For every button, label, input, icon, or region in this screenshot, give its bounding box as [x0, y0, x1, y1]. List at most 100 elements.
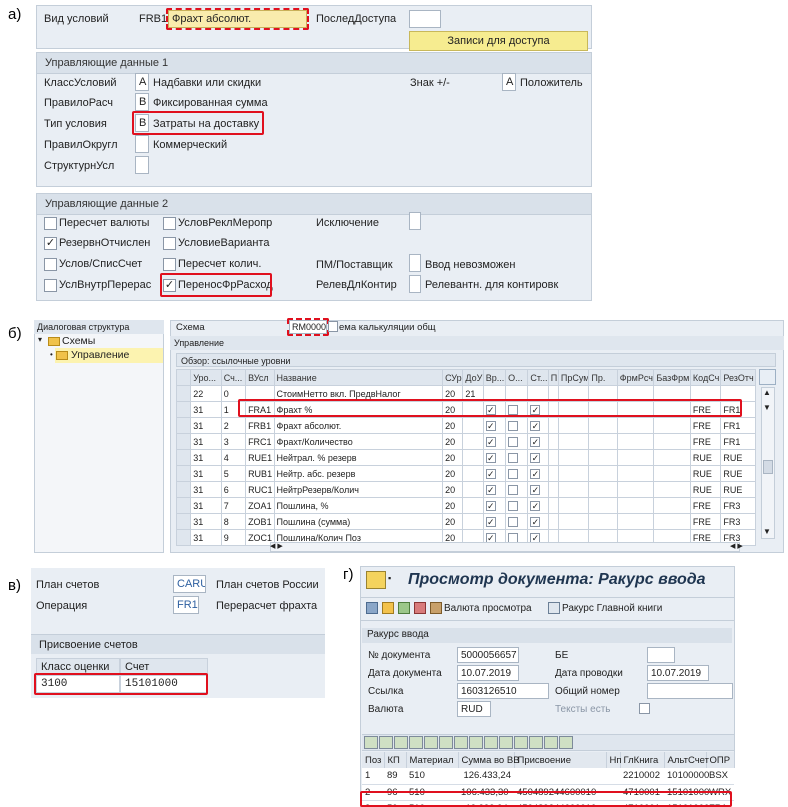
scroll-up-icon[interactable]: ▲ — [763, 388, 771, 397]
col-subtotal[interactable]: ПрСум — [557, 369, 590, 386]
line-item-row[interactable]: 1 89 510 126.433,24 2210002 10100000 BSX — [362, 768, 734, 785]
structure-field[interactable] — [135, 156, 149, 174]
subtotal-cell[interactable] — [557, 497, 590, 514]
level-cell[interactable]: 31 — [190, 529, 222, 546]
counter-cell[interactable]: 8 — [220, 513, 247, 530]
accruals-cell[interactable]: FR3 — [720, 497, 756, 514]
menu-dropdown-icon[interactable]: ▪ — [388, 573, 391, 583]
name-cell[interactable]: Нейтрал. % резерв — [273, 449, 444, 466]
counter-cell[interactable]: 5 — [220, 465, 247, 482]
export-icon[interactable] — [484, 736, 498, 749]
material-cell[interactable]: 510 — [406, 784, 458, 801]
col-from[interactable]: СУр — [442, 369, 464, 386]
col-material[interactable]: Материал — [406, 752, 459, 768]
reference-field[interactable]: 1603126510 — [457, 683, 549, 699]
name-cell[interactable]: Пошлина, % — [273, 497, 444, 514]
p-cell[interactable] — [547, 481, 559, 498]
level-cell[interactable]: 31 — [190, 513, 222, 530]
required-checkbox[interactable] — [505, 497, 529, 514]
col-account-key[interactable]: КодСч — [689, 369, 722, 386]
ref-level-row[interactable]: 31 3 FRC1 Фрахт/Количество 20 ✓ ✓ FRE FR1 — [175, 433, 756, 450]
name-cell[interactable]: Нейтр. абс. резерв — [273, 465, 444, 482]
name-cell[interactable]: Фрахт абсолют. — [273, 417, 444, 434]
freight-transfer-checkbox[interactable]: ✓ — [163, 279, 176, 292]
base-formula-cell[interactable] — [653, 433, 691, 450]
posting-key-cell[interactable]: 50 — [384, 800, 406, 807]
to-cell[interactable] — [462, 465, 484, 482]
to-cell[interactable] — [462, 433, 484, 450]
col-accruals[interactable]: РезОтч — [720, 369, 756, 386]
manual-checkbox[interactable]: ✓ — [482, 497, 507, 514]
menu-icon[interactable] — [366, 571, 386, 589]
line-item-row[interactable]: 35051019.999,94-450489244600010 471000115… — [362, 800, 734, 807]
cond-type-cell[interactable]: RUC1 — [245, 481, 275, 498]
base-formula-cell[interactable] — [653, 449, 691, 466]
required-checkbox[interactable] — [505, 465, 529, 482]
from-cell[interactable]: 20 — [442, 449, 464, 466]
ref-level-row[interactable]: 31 4 RUE1 Нейтрал. % резерв 20 ✓ ✓ RUE RUE — [175, 449, 756, 466]
posting-key-cell[interactable]: 89 — [384, 768, 406, 785]
calc-formula-cell[interactable] — [616, 417, 655, 434]
row-selector[interactable] — [175, 529, 192, 546]
base-formula-cell[interactable] — [653, 417, 691, 434]
calc-formula-cell[interactable] — [616, 465, 655, 482]
checkbox[interactable] — [508, 420, 519, 431]
to-cell[interactable] — [462, 417, 484, 434]
to-cell[interactable] — [462, 401, 484, 418]
required-checkbox[interactable] — [505, 385, 529, 402]
accruals-cell[interactable]: RUE — [720, 449, 756, 466]
checkbox[interactable]: ✓ — [530, 404, 541, 415]
scroll-left-icon[interactable]: ◀ ▶ — [270, 542, 283, 550]
counter-cell[interactable]: 6 — [220, 481, 247, 498]
cond-category-field[interactable]: B — [135, 114, 149, 132]
doc-date-field[interactable]: 10.07.2019 — [457, 665, 519, 681]
item-cell[interactable]: 2 — [362, 784, 384, 801]
tree-child-control[interactable]: Управление — [71, 349, 129, 361]
manual-checkbox[interactable]: ✓ — [482, 465, 507, 482]
tree-expand-icon[interactable]: ▾ — [38, 336, 46, 344]
layout-icon[interactable] — [499, 736, 513, 749]
row-selector[interactable] — [175, 401, 192, 418]
cond-type-cell[interactable]: RUE1 — [245, 449, 275, 466]
accruals-cell[interactable]: RUE — [720, 465, 756, 482]
level-cell[interactable]: 31 — [190, 497, 222, 514]
requirement-cell[interactable] — [588, 497, 618, 514]
manual-checkbox[interactable]: ✓ — [482, 513, 507, 530]
account-key-cell[interactable]: RUE — [689, 465, 722, 482]
checkbox[interactable]: ✓ — [485, 484, 496, 495]
account-key-cell[interactable]: FRE — [689, 401, 722, 418]
graphic-icon[interactable] — [544, 736, 558, 749]
p-cell[interactable] — [547, 497, 559, 514]
counter-cell[interactable]: 3 — [220, 433, 247, 450]
subtotal-cell[interactable] — [557, 481, 590, 498]
checkbox[interactable]: ✓ — [485, 500, 496, 511]
requirement-cell[interactable] — [588, 401, 618, 418]
cross-company-field[interactable] — [647, 683, 733, 699]
cond-type-name-field[interactable]: Фрахт абсолют. — [168, 10, 307, 28]
manual-checkbox[interactable]: ✓ — [482, 449, 507, 466]
from-cell[interactable]: 20 — [442, 385, 464, 402]
ref-level-row[interactable]: 31 2 FRB1 Фрахт абсолют. 20 ✓ ✓ FRE FR1 — [175, 417, 756, 434]
checkbox[interactable]: ✓ — [530, 500, 541, 511]
from-cell[interactable]: 20 — [442, 497, 464, 514]
sum-icon[interactable] — [439, 736, 453, 749]
access-seq-field[interactable] — [409, 10, 441, 28]
requirement-cell[interactable] — [588, 465, 618, 482]
statistic-checkbox[interactable]: ✓ — [527, 433, 549, 450]
row-selector[interactable] — [175, 513, 192, 530]
material-cell[interactable]: 510 — [406, 800, 458, 807]
scroll-thumb[interactable] — [763, 460, 773, 474]
base-formula-cell[interactable] — [653, 401, 691, 418]
col-statistic[interactable]: Ст... — [527, 369, 549, 386]
cond-type-cell[interactable] — [245, 385, 275, 402]
gl-account-cell[interactable]: 4710001 — [620, 800, 664, 807]
to-cell[interactable] — [462, 513, 484, 530]
from-cell[interactable]: 20 — [442, 417, 464, 434]
calc-rule-field[interactable]: B — [135, 93, 149, 111]
level-cell[interactable]: 31 — [190, 465, 222, 482]
subtotal-cell[interactable] — [557, 433, 590, 450]
gl-account-cell[interactable]: 2210002 — [620, 768, 664, 785]
gl-account-cell[interactable]: 4710001 — [620, 784, 664, 801]
level-cell[interactable]: 31 — [190, 433, 222, 450]
cond-type-cell[interactable]: ZOA1 — [245, 497, 275, 514]
